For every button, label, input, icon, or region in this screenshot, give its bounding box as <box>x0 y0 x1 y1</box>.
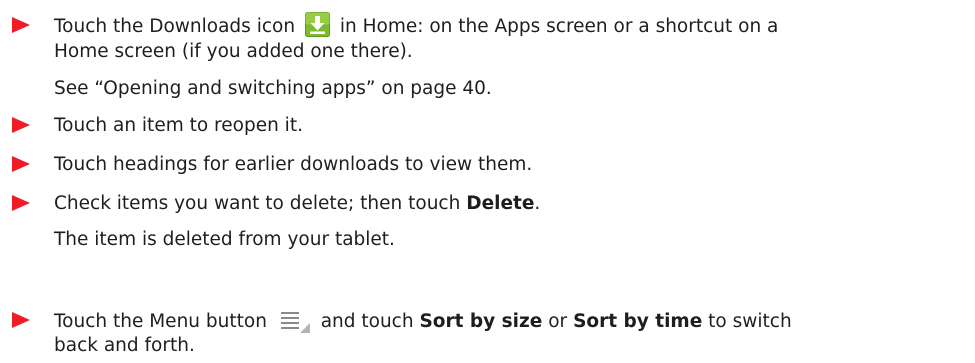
menu-button-icon <box>280 312 310 333</box>
list-item-note: See “Opening and switching apps” on page… <box>54 78 492 99</box>
list-item-line: Home screen (if you added one there). <box>54 41 413 62</box>
list-item-text: Touch the Downloads icon <box>54 16 296 37</box>
sort-by-size-label: Sort by size <box>419 311 543 332</box>
list-item-text: Touch an item to reopen it. <box>54 115 303 136</box>
list-item-text: to switch <box>708 311 792 332</box>
list-item-line: back and forth. <box>54 335 195 356</box>
bullet-arrow-icon <box>12 312 30 328</box>
list-item-text: Check items you want to delete; then tou… <box>54 193 461 214</box>
list-item-text: . <box>534 193 541 214</box>
list-item-text: Touch headings for earlier downloads to … <box>54 154 533 175</box>
list-item-text: in Home: on the Apps screen or a shortcu… <box>339 16 779 37</box>
sort-by-time-label: Sort by time <box>573 311 703 332</box>
list-item-text: or <box>548 311 568 332</box>
list-item-line: Touch the Menu button and touch Sort by … <box>54 306 792 335</box>
list-item-text: and touch <box>320 311 414 332</box>
bullet-arrow-icon <box>12 117 30 133</box>
bullet-arrow-icon <box>12 156 30 172</box>
bullet-arrow-icon <box>12 17 30 33</box>
list-item-text: Touch the Menu button <box>54 311 267 332</box>
list-item-line: Touch the Downloads icon in Home: on the… <box>54 12 778 40</box>
bullet-arrow-icon <box>12 195 30 211</box>
downloads-app-icon <box>304 12 330 37</box>
list-item-note: The item is deleted from your tablet. <box>54 229 395 250</box>
list-item-line: Check items you want to delete; then tou… <box>54 191 540 217</box>
delete-command-label: Delete <box>466 193 535 214</box>
